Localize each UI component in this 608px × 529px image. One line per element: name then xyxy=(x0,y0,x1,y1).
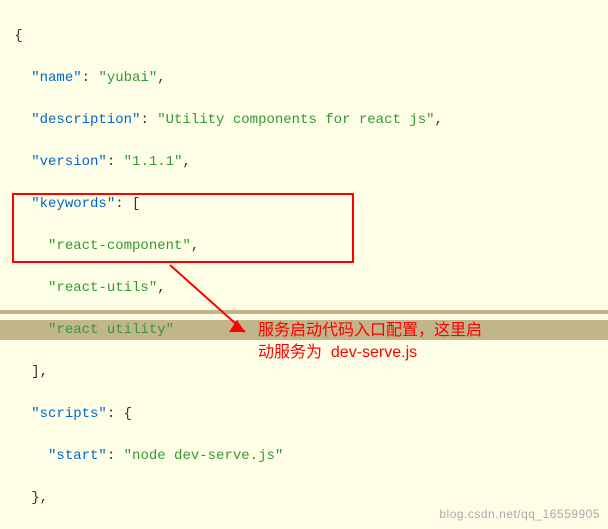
code-line: "scripts": { xyxy=(6,404,608,425)
annotation-text: 服务启动代码入口配置，这里启 动服务为 dev-serve.js xyxy=(258,320,588,364)
watermark: blog.csdn.net/qq_16559905 xyxy=(439,504,600,525)
code-line: "react-utils", xyxy=(6,278,608,299)
code-line: "react-component", xyxy=(6,236,608,257)
code-line: "description": "Utility components for r… xyxy=(6,110,608,131)
code-line: "version": "1.1.1", xyxy=(6,152,608,173)
code-line: "start": "node dev-serve.js" xyxy=(6,446,608,467)
package-json-code: { "name": "yubai", "description": "Utili… xyxy=(0,0,608,529)
annotation-line: 服务启动代码入口配置，这里启 xyxy=(258,322,482,339)
annotation-line: 动服务为 xyxy=(258,344,322,361)
code-line: { xyxy=(6,26,608,47)
code-line: "name": "yubai", xyxy=(6,68,608,89)
annotation-highlight: dev-serve.js xyxy=(331,344,417,361)
code-line: ], xyxy=(6,362,608,383)
code-line: "keywords": [ xyxy=(6,194,608,215)
